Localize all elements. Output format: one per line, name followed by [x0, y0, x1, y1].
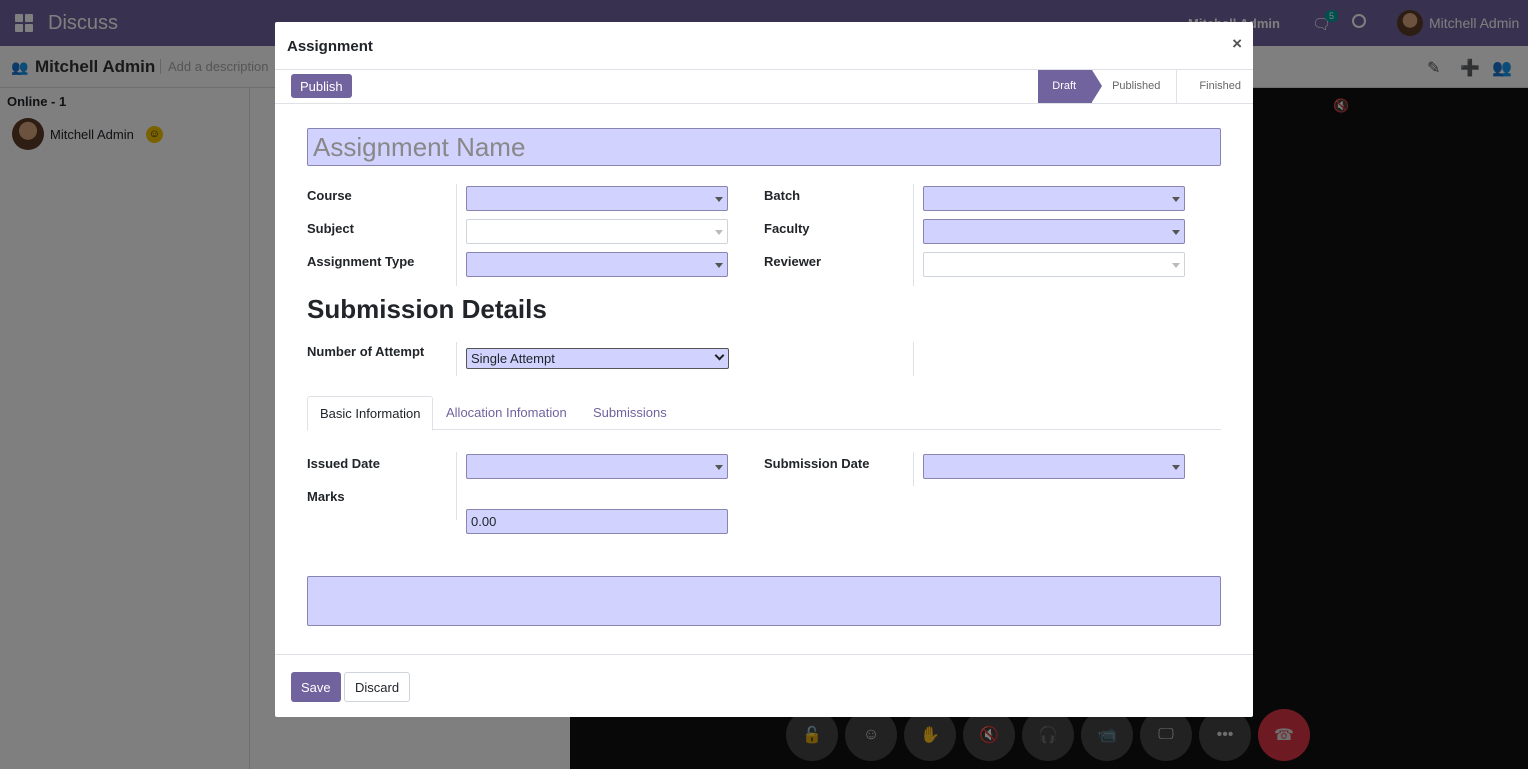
marks-label: Marks [307, 489, 345, 504]
stage-draft[interactable]: Draft [1038, 70, 1102, 103]
chevron-down-icon [1172, 263, 1180, 268]
tab-submissions[interactable]: Submissions [581, 396, 679, 430]
field-separator [913, 452, 914, 486]
form-tabs: Basic Information Allocation Infomation … [307, 396, 1221, 431]
subject-label: Subject [307, 221, 354, 236]
issued-date-label: Issued Date [307, 456, 380, 471]
assignment-type-label: Assignment Type [307, 254, 415, 269]
status-bar: Publish Draft Published Finished [275, 70, 1253, 104]
chevron-down-icon [1172, 197, 1180, 202]
chevron-down-icon [715, 465, 723, 470]
assignment-type-dropdown[interactable] [466, 252, 728, 277]
chevron-down-icon [714, 350, 725, 361]
field-separator [913, 184, 914, 286]
field-separator [456, 184, 457, 286]
submission-date-label: Submission Date [764, 456, 870, 471]
marks-input[interactable]: 0.00 [466, 509, 728, 534]
assignment-dialog: Assignment × Publish Draft Published Fin… [275, 22, 1253, 717]
subject-dropdown[interactable] [466, 219, 728, 244]
tab-basic-information[interactable]: Basic Information [307, 396, 434, 431]
chevron-down-icon [1172, 465, 1180, 470]
field-separator [913, 342, 914, 376]
attempt-selected-value: Single Attempt [471, 351, 555, 366]
chevron-down-icon [715, 230, 723, 235]
description-field[interactable] [307, 576, 1221, 626]
close-icon[interactable]: × [1232, 34, 1242, 54]
publish-button[interactable]: Publish [291, 74, 352, 98]
course-label: Course [307, 188, 352, 203]
field-separator [456, 452, 457, 520]
save-button[interactable]: Save [291, 672, 341, 702]
attempt-select[interactable]: Single Attempt [466, 348, 729, 369]
issued-date-picker[interactable] [466, 454, 728, 479]
dialog-footer: Save Discard [275, 654, 1253, 717]
stage-finished[interactable]: Finished [1177, 70, 1253, 103]
course-dropdown[interactable] [466, 186, 728, 211]
stage-selector: Draft Published Finished [1038, 70, 1253, 103]
stage-published[interactable]: Published [1092, 70, 1178, 103]
batch-label: Batch [764, 188, 801, 203]
dialog-header: Assignment × [275, 22, 1253, 70]
reviewer-dropdown[interactable] [923, 252, 1185, 277]
faculty-dropdown[interactable] [923, 219, 1185, 244]
chevron-down-icon [715, 263, 723, 268]
tab-allocation-information[interactable]: Allocation Infomation [434, 396, 579, 430]
faculty-label: Faculty [764, 221, 810, 236]
discard-button[interactable]: Discard [344, 672, 411, 702]
attempt-label: Number of Attempt [307, 344, 425, 359]
reviewer-label: Reviewer [764, 254, 822, 269]
field-separator [456, 342, 457, 376]
dialog-title: Assignment [287, 38, 373, 55]
batch-dropdown[interactable] [923, 186, 1185, 211]
section-title: Submission Details [307, 294, 547, 324]
assignment-name-input[interactable]: Assignment Name [307, 128, 1221, 166]
chevron-down-icon [715, 197, 723, 202]
chevron-down-icon [1172, 230, 1180, 235]
submission-date-picker[interactable] [923, 454, 1185, 479]
